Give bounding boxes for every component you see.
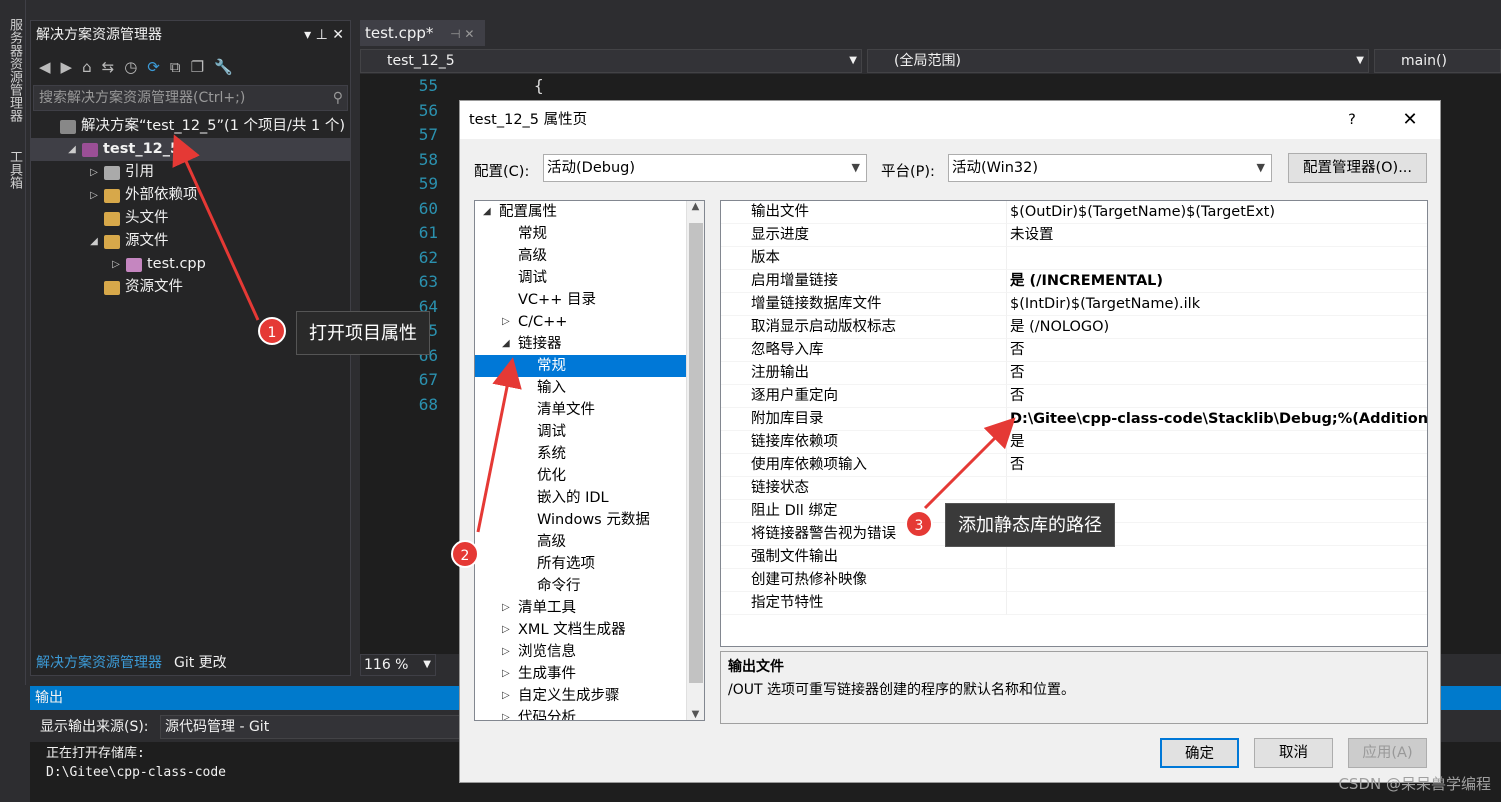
annotation-callout-1: 打开项目属性 [296, 311, 430, 355]
annotation-callout-3: 添加静态库的路径 [945, 503, 1115, 547]
watermark: CSDN @呆呆兽学编程 [1338, 775, 1491, 793]
annotation-badge-2: 2 [451, 540, 479, 568]
annotation-badge-3: 3 [905, 510, 933, 538]
arrow-2 [476, 357, 522, 533]
arrow-3 [923, 417, 1016, 510]
annotation-arrows [172, 134, 1016, 533]
annotation-badge-1: 1 [258, 317, 286, 345]
arrow-1 [172, 134, 260, 321]
